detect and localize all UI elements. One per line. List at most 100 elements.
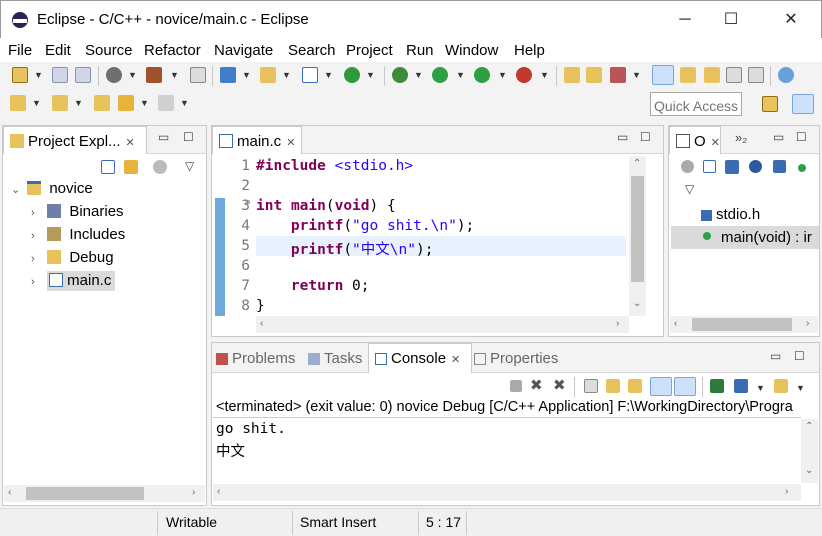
fold-icon[interactable]: ⊖ <box>245 198 250 208</box>
remove-all-icon[interactable]: ✖ <box>553 376 566 394</box>
tab-properties[interactable]: Properties <box>474 350 558 367</box>
chevron-down-icon[interactable]: ▼ <box>366 70 375 80</box>
remove-launch-icon[interactable]: ✖ <box>530 376 543 394</box>
menu-help[interactable]: Help <box>514 42 545 59</box>
save-all-icon[interactable] <box>75 67 91 83</box>
tab-tasks[interactable]: Tasks <box>308 350 362 367</box>
chevron-down-icon[interactable]: ▼ <box>756 383 765 393</box>
scroll-up-icon[interactable]: ⌃ <box>633 158 641 169</box>
open-console-icon[interactable] <box>774 379 788 393</box>
close-icon[interactable]: ✕ <box>451 354 460 366</box>
menu-file[interactable]: File <box>8 42 32 59</box>
close-button[interactable]: ✕ <box>768 1 814 39</box>
debug-icon[interactable] <box>392 67 408 83</box>
chevron-down-icon[interactable]: ▼ <box>74 98 83 108</box>
scroll-right-icon[interactable]: › <box>806 318 809 329</box>
link-editor-icon[interactable] <box>124 160 138 174</box>
clear-console-icon[interactable] <box>584 379 598 393</box>
minimize-view-icon[interactable]: ▭ <box>158 130 169 144</box>
build-settings-icon[interactable] <box>106 67 122 83</box>
back-arrow-icon[interactable] <box>118 95 134 111</box>
binary-icon[interactable] <box>190 67 206 83</box>
horizontal-scrollbar[interactable]: ‹ › <box>213 484 801 501</box>
horizontal-scrollbar[interactable]: ‹ › <box>256 316 629 333</box>
chevron-down-icon[interactable]: ▼ <box>456 70 465 80</box>
mark-occurrences-icon[interactable] <box>652 65 674 85</box>
hide-non-public-icon[interactable] <box>773 160 786 173</box>
chevron-down-icon[interactable]: ▼ <box>140 98 149 108</box>
chevron-down-icon[interactable]: ▼ <box>128 70 137 80</box>
scroll-left-icon[interactable]: ‹ <box>674 318 677 329</box>
chevron-down-icon[interactable]: ▼ <box>32 98 41 108</box>
chevron-down-icon[interactable]: ▼ <box>282 70 291 80</box>
tab-project-explorer[interactable]: Project Expl... ✕ <box>3 126 147 154</box>
close-icon[interactable]: ✕ <box>286 137 295 149</box>
terminate-icon[interactable] <box>510 380 522 392</box>
close-icon[interactable]: ✕ <box>711 137 720 149</box>
open-type-icon[interactable] <box>564 67 580 83</box>
scroll-right-icon[interactable]: › <box>616 318 619 329</box>
word-wrap-icon[interactable] <box>704 67 720 83</box>
open-perspective-icon[interactable] <box>762 96 778 112</box>
chevron-right-icon[interactable]: › <box>31 207 43 219</box>
scroll-left-icon[interactable]: ‹ <box>260 318 263 329</box>
minimize-view-icon[interactable]: ▭ <box>617 130 628 144</box>
pin-icon[interactable] <box>778 67 794 83</box>
new-class-icon[interactable] <box>344 67 360 83</box>
chevron-down-icon[interactable]: ▼ <box>796 383 805 393</box>
close-icon[interactable]: ✕ <box>126 137 135 149</box>
hammer-build-icon[interactable] <box>146 67 162 83</box>
chevron-down-icon[interactable]: ▼ <box>632 70 641 80</box>
scroll-left-icon[interactable]: ‹ <box>217 486 220 497</box>
collapse-all-icon[interactable] <box>703 160 716 173</box>
c-cpp-perspective-icon[interactable] <box>792 94 814 114</box>
scroll-right-icon[interactable]: › <box>192 487 195 498</box>
next-annotation-icon[interactable] <box>10 95 26 111</box>
tab-outline[interactable]: O ✕ <box>669 126 721 154</box>
scroll-down-icon[interactable]: ⌄ <box>805 465 813 476</box>
maximize-view-icon[interactable]: ☐ <box>640 130 651 144</box>
display-console-icon[interactable] <box>734 379 748 393</box>
chevron-right-icon[interactable]: › <box>31 276 43 288</box>
menu-search[interactable]: Search <box>288 42 336 59</box>
chevron-down-icon[interactable]: ▼ <box>540 70 549 80</box>
maximize-view-icon[interactable]: ☐ <box>796 130 807 144</box>
maximize-view-icon[interactable]: ☐ <box>794 349 805 363</box>
chevron-down-icon[interactable]: ⌄ <box>11 183 23 196</box>
maximize-view-icon[interactable]: ☐ <box>183 130 194 144</box>
tree-item-includes[interactable]: › Includes <box>11 226 125 249</box>
filter-icon[interactable] <box>153 160 167 174</box>
menu-refactor[interactable]: Refactor <box>144 42 201 59</box>
toggle-comment-icon[interactable] <box>680 67 696 83</box>
chevron-down-icon[interactable]: ▼ <box>170 70 179 80</box>
horizontal-scrollbar[interactable]: ‹ › <box>4 485 205 502</box>
quick-access-input[interactable] <box>650 92 742 116</box>
maximize-button[interactable]: ☐ <box>708 1 754 39</box>
scroll-right-icon[interactable]: › <box>785 486 788 497</box>
collapse-all-icon[interactable] <box>101 160 115 174</box>
save-icon[interactable] <box>52 67 68 83</box>
minimize-view-icon[interactable]: ▭ <box>770 349 781 363</box>
tree-item-novice[interactable]: ⌄ novice <box>11 180 125 203</box>
minimize-button[interactable]: ─ <box>662 1 708 39</box>
word-wrap-icon[interactable] <box>628 379 642 393</box>
chevron-down-icon[interactable]: ▼ <box>498 70 507 80</box>
forward-arrow-icon[interactable] <box>158 95 174 111</box>
vertical-scrollbar[interactable]: ⌃ ⌄ <box>801 419 818 483</box>
minimize-view-icon[interactable]: ▭ <box>773 130 784 144</box>
menu-navigate[interactable]: Navigate <box>214 42 273 59</box>
block-selection-icon[interactable] <box>726 67 742 83</box>
view-menu-icon[interactable]: ▽ <box>185 159 194 173</box>
tab-console[interactable]: Console ✕ <box>368 343 472 373</box>
scroll-left-icon[interactable]: ‹ <box>8 487 11 498</box>
previous-annotation-icon[interactable] <box>52 95 68 111</box>
console-output[interactable]: go shit. 中文 <box>216 421 286 460</box>
chevron-right-icon[interactable]: › <box>31 230 43 242</box>
vertical-scrollbar[interactable]: ⌃ ⌄ <box>629 156 646 316</box>
view-menu-icon[interactable]: ▽ <box>685 182 694 196</box>
open-element-icon[interactable] <box>586 67 602 83</box>
chevron-right-icon[interactable]: › <box>31 253 43 265</box>
chevron-down-icon[interactable]: ▼ <box>180 98 189 108</box>
scroll-up-icon[interactable]: ⌃ <box>805 421 813 432</box>
more-views-icon[interactable]: »₂ <box>735 130 747 145</box>
